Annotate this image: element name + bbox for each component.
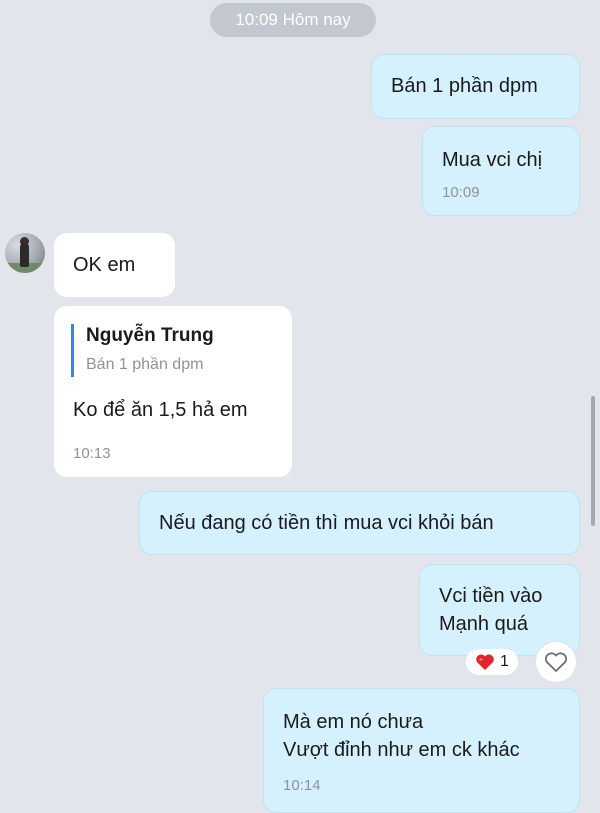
avatar[interactable] xyxy=(5,233,45,273)
date-separator-label: 10:09 Hôm nay xyxy=(235,10,351,29)
reaction-chip[interactable]: 1 xyxy=(466,649,518,675)
message-text-line: Mà em nó chưa xyxy=(283,711,424,733)
message-outgoing[interactable]: Mua vci chị 10:09 xyxy=(422,126,580,216)
message-incoming[interactable]: OK em xyxy=(54,233,175,297)
message-timestamp: 10:14 xyxy=(283,777,321,794)
message-outgoing[interactable]: Mà em nó chưa Vượt đỉnh như em ck khác 1… xyxy=(263,688,580,813)
heart-outline-icon xyxy=(545,652,567,672)
message-text: OK em xyxy=(73,254,136,276)
react-button[interactable] xyxy=(535,641,577,683)
message-text-line: Mạnh quá xyxy=(439,613,528,635)
reply-quote-author: Nguyễn Trung xyxy=(86,325,214,346)
scrollbar[interactable] xyxy=(591,396,595,526)
message-text: Ko để ăn 1,5 hả em xyxy=(73,399,248,421)
message-text: Bán 1 phần dpm xyxy=(391,75,538,97)
message-timestamp: 10:09 xyxy=(442,184,480,201)
heart-icon xyxy=(476,654,494,670)
message-outgoing[interactable]: Nếu đang có tiền thì mua vci khỏi bán xyxy=(139,491,580,555)
message-incoming-reply[interactable]: Nguyễn Trung Bán 1 phần dpm Ko để ăn 1,5… xyxy=(54,306,292,477)
message-text-line: Vượt đỉnh như em ck khác xyxy=(283,739,520,761)
message-timestamp: 10:13 xyxy=(73,445,111,462)
message-text-line: Vci tiền vào xyxy=(439,585,543,607)
reply-quote-text: Bán 1 phần dpm xyxy=(86,356,204,373)
message-text: Mua vci chị xyxy=(442,149,543,171)
avatar-figure-body xyxy=(20,243,29,267)
date-separator: 10:09 Hôm nay xyxy=(210,3,376,37)
message-text: Nếu đang có tiền thì mua vci khỏi bán xyxy=(159,512,494,534)
reply-quote[interactable]: Nguyễn Trung Bán 1 phần dpm xyxy=(71,324,214,377)
reaction-count: 1 xyxy=(500,653,509,670)
message-outgoing[interactable]: Bán 1 phần dpm xyxy=(371,54,580,119)
